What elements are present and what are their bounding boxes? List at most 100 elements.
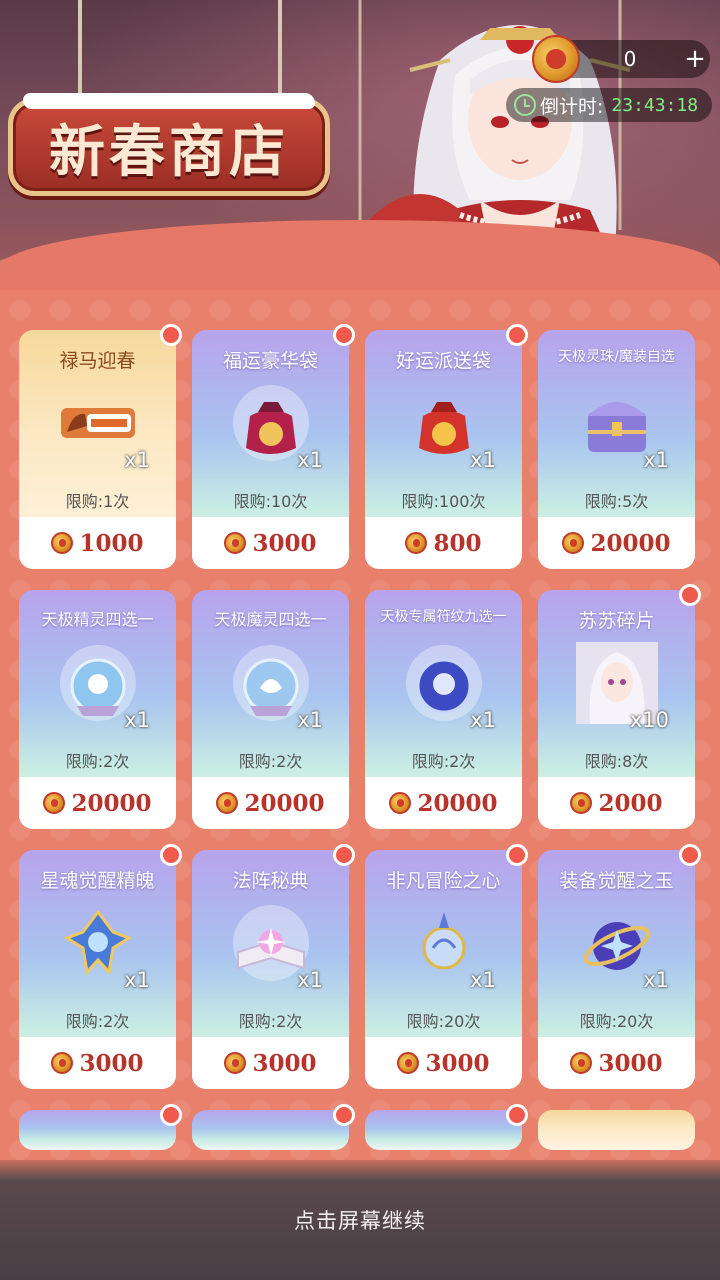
item-quantity: x1 [643,968,669,992]
item-name: 禄马迎春 [59,350,136,372]
shop-item-card[interactable]: 福运豪华袋 x1 限购:10次 3000 [192,324,355,569]
shop-item-card[interactable]: 装备觉醒之玉 x1 限购:20次 3000 [538,844,701,1089]
coin-icon [570,792,593,814]
coin-icon [43,792,66,814]
page-title: 新春商店 [49,118,289,185]
clock-icon [514,94,536,116]
item-price: 20000 [71,789,152,817]
coin-icon [397,1052,420,1074]
purchase-limit: 限购:8次 [584,752,649,771]
item-price: 3000 [425,1049,490,1077]
purchase-limit: 限购:20次 [579,1012,654,1031]
item-name: 天极精灵四选一 [41,610,154,629]
purchase-limit: 限购:2次 [238,752,303,771]
buy-button[interactable]: 2000 [538,777,695,829]
buy-button[interactable]: 1000 [19,517,176,569]
item-quantity: x1 [297,448,323,472]
item-price: 3000 [79,1049,144,1077]
shop-item-card-partial[interactable] [365,1104,528,1150]
coin-icon [224,532,247,554]
item-name: 天极灵珠/魔装自选 [558,349,675,365]
buy-button[interactable]: 3000 [538,1037,695,1089]
red-dot-badge [333,844,355,866]
purchase-limit: 限购:100次 [401,492,486,511]
item-price: 3000 [598,1049,663,1077]
red-dot-badge [679,584,701,606]
buy-button[interactable]: 3000 [192,1037,349,1089]
red-dot-badge [506,324,528,346]
snow-cap [23,93,315,109]
purchase-limit: 限购:2次 [238,1012,303,1031]
item-name: 苏苏碎片 [578,610,655,632]
shop-item-card-partial[interactable] [538,1110,695,1150]
buy-button[interactable]: 3000 [192,517,349,569]
shop-item-card[interactable]: 天极魔灵四选一 x1 限购:2次 20000 [192,590,349,829]
purchase-limit: 限购:2次 [411,752,476,771]
item-name: 非凡冒险之心 [386,870,501,892]
buy-button[interactable]: 20000 [192,777,349,829]
item-price: 3000 [252,529,317,557]
coin-icon [51,532,74,554]
item-price: 800 [433,529,482,557]
item-price: 20000 [417,789,498,817]
countdown-time: 23:43:18 [611,94,699,116]
item-name: 天极专属符纹九选一 [380,609,507,625]
buy-button[interactable]: 800 [365,517,522,569]
coin-icon [570,1052,593,1074]
item-price: 2000 [598,789,663,817]
purchase-limit: 限购:2次 [65,1012,130,1031]
shop-item-card[interactable]: 禄马迎春 x1 限购:1次 1000 [19,324,182,569]
item-quantity: x1 [470,708,496,732]
shop-item-card[interactable]: 天极精灵四选一 x1 限购:2次 20000 [19,590,176,829]
coin-icon [562,532,585,554]
shop-title-sign: 新春商店 [8,93,330,196]
shop-banner: 新春商店 0 + 倒计时: 23:43:18 [0,0,720,300]
purchase-limit: 限购:10次 [233,492,308,511]
item-price: 3000 [252,1049,317,1077]
red-dot-badge [506,1104,528,1126]
shop-item-card[interactable]: 天极灵珠/魔装自选 x1 限购:5次 20000 [538,330,695,569]
item-quantity: x1 [297,968,323,992]
add-currency-button[interactable]: + [680,44,710,74]
shop-item-card[interactable]: 苏苏碎片 x10 限购:8次 2000 [538,584,701,829]
buy-button[interactable]: 3000 [19,1037,176,1089]
shop-item-card[interactable]: 法阵秘典 x1 限购:2次 3000 [192,844,355,1089]
coin-icon [224,1052,247,1074]
red-dot-badge [506,844,528,866]
item-grid: 禄马迎春 x1 限购:1次 1000 福运豪华袋 x1 限购:10次 3000 好运派送袋 x1 限… [19,324,701,1150]
shop-item-card[interactable]: 天极专属符纹九选一 x1 限购:2次 20000 [365,590,522,829]
shop-item-card[interactable]: 星魂觉醒精魄 x1 限购:2次 3000 [19,844,182,1089]
continue-prompt[interactable]: 点击屏幕继续 [294,1205,426,1235]
item-name: 法阵秘典 [232,870,309,892]
countdown-label: 倒计时: [540,95,604,118]
purchase-limit: 限购:20次 [406,1012,481,1031]
currency-display: 0 + [532,35,710,83]
coin-icon [51,1052,74,1074]
item-price: 20000 [590,529,671,557]
tap-to-continue-area[interactable]: 点击屏幕继续 [0,1160,720,1280]
item-name: 福运豪华袋 [222,350,318,372]
shop-item-card-partial[interactable] [19,1104,182,1150]
item-name: 好运派送袋 [395,350,491,372]
shop-item-card[interactable]: 非凡冒险之心 x1 限购:20次 3000 [365,844,528,1089]
buy-button[interactable]: 20000 [538,517,695,569]
buy-button[interactable]: 20000 [365,777,522,829]
item-quantity: x1 [470,448,496,472]
item-price: 1000 [79,529,144,557]
footer-edge [0,1160,720,1180]
red-dot-badge [679,844,701,866]
purchase-limit: 限购:1次 [65,492,130,511]
red-dot-badge [333,1104,355,1126]
coin-icon [532,35,580,83]
item-name: 星魂觉醒精魄 [40,870,155,892]
shop-item-card[interactable]: 好运派送袋 x1 限购:100次 800 [365,324,528,569]
item-quantity: x1 [124,968,150,992]
red-dot-badge [160,324,182,346]
buy-button[interactable]: 3000 [365,1037,522,1089]
buy-button[interactable]: 20000 [19,777,176,829]
item-quantity: x1 [643,448,669,472]
shop-item-card-partial[interactable] [192,1104,355,1150]
purchase-limit: 限购:2次 [65,752,130,771]
red-dot-badge [160,844,182,866]
item-name: 装备觉醒之玉 [559,870,674,892]
